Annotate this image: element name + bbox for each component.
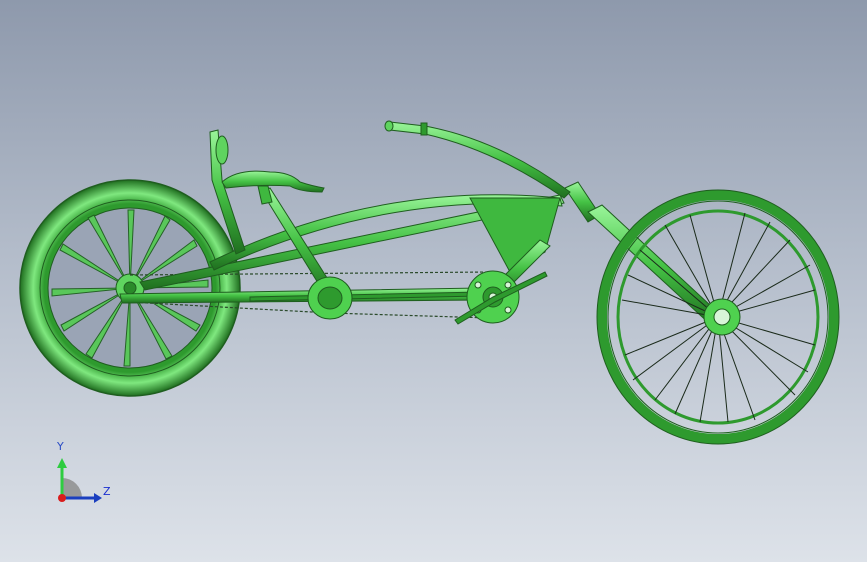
z-axis-label: Z — [103, 485, 111, 498]
idler-pulley — [307, 276, 353, 320]
crankset[interactable] — [454, 270, 548, 325]
orientation-triad[interactable]: Y Z — [40, 436, 130, 516]
handlebar[interactable] — [384, 120, 571, 199]
z-axis-arrowhead — [94, 493, 102, 503]
triad-graphic — [57, 458, 102, 503]
y-axis-label: Y — [57, 440, 64, 453]
y-axis-arrowhead — [57, 458, 67, 468]
seat[interactable] — [209, 129, 325, 255]
cad-graphics-area[interactable]: Y Z — [0, 0, 867, 562]
chopper-bicycle-model[interactable] — [0, 0, 867, 562]
rear-wheel[interactable] — [19, 179, 241, 397]
front-wheel[interactable] — [596, 189, 840, 445]
x-axis-origin — [58, 494, 66, 502]
